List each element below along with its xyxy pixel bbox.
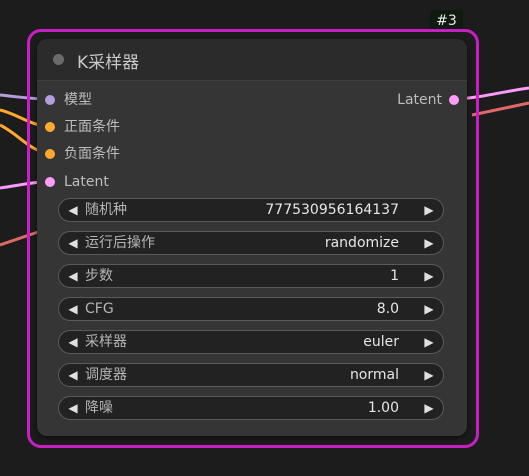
input-label-latent: Latent (64, 174, 109, 190)
increment-arrow-icon[interactable]: ▶ (422, 199, 436, 221)
increment-arrow-icon[interactable]: ▶ (422, 331, 436, 353)
widget-name: CFG (85, 301, 114, 317)
widget-scheduler[interactable]: ◀ 调度器 normal ▶ (58, 363, 444, 387)
wire-red-right (471, 101, 529, 117)
widget-name: 降噪 (85, 400, 113, 416)
node-title-bar[interactable]: K采样器 (37, 39, 467, 81)
increment-arrow-icon[interactable]: ▶ (422, 265, 436, 287)
output-dot-icon[interactable] (449, 95, 459, 105)
widget-value[interactable]: euler (363, 331, 399, 353)
output-label-latent: Latent (397, 92, 442, 108)
input-dot-icon[interactable] (45, 95, 55, 105)
decrement-arrow-icon[interactable]: ◀ (66, 364, 80, 386)
increment-arrow-icon[interactable]: ▶ (422, 298, 436, 320)
decrement-arrow-icon[interactable]: ◀ (66, 331, 80, 353)
decrement-arrow-icon[interactable]: ◀ (66, 265, 80, 287)
widget-steps[interactable]: ◀ 步数 1 ▶ (58, 264, 444, 288)
widget-denoise[interactable]: ◀ 降噪 1.00 ▶ (58, 396, 444, 420)
increment-arrow-icon[interactable]: ▶ (422, 364, 436, 386)
widget-seed[interactable]: ◀ 随机种 777530956164137 ▶ (58, 198, 444, 222)
input-dot-icon[interactable] (45, 122, 55, 132)
input-label-positive: 正面条件 (64, 119, 120, 135)
decrement-arrow-icon[interactable]: ◀ (66, 232, 80, 254)
decrement-arrow-icon[interactable]: ◀ (66, 298, 80, 320)
widget-value[interactable]: normal (350, 364, 399, 386)
widget-value[interactable]: 1.00 (368, 397, 399, 419)
widget-name: 采样器 (85, 334, 127, 350)
input-label-model: 模型 (64, 92, 92, 108)
widget-value[interactable]: 777530956164137 (265, 199, 399, 221)
decrement-arrow-icon[interactable]: ◀ (66, 199, 80, 221)
node-title: K采样器 (77, 53, 140, 73)
input-dot-icon[interactable] (45, 149, 55, 159)
widget-cfg[interactable]: ◀ CFG 8.0 ▶ (58, 297, 444, 321)
widget-sampler[interactable]: ◀ 采样器 euler ▶ (58, 330, 444, 354)
widget-value[interactable]: randomize (325, 232, 399, 254)
widget-value[interactable]: 1 (390, 265, 399, 287)
output-slot-latent[interactable]: Latent (339, 90, 459, 110)
widget-name: 随机种 (85, 202, 127, 218)
widget-name: 调度器 (85, 367, 127, 383)
widget-value[interactable]: 8.0 (377, 298, 399, 320)
increment-arrow-icon[interactable]: ▶ (422, 232, 436, 254)
widget-name: 步数 (85, 268, 113, 284)
widget-control-after-generate[interactable]: ◀ 运行后操作 randomize ▶ (58, 231, 444, 255)
increment-arrow-icon[interactable]: ▶ (422, 397, 436, 419)
collapse-toggle-icon[interactable] (53, 54, 64, 65)
ksampler-node[interactable]: K采样器 模型 正面条件 负面条件 Latent Latent ◀ 随机种 77… (37, 39, 467, 436)
decrement-arrow-icon[interactable]: ◀ (66, 397, 80, 419)
widget-name: 运行后操作 (85, 235, 155, 251)
input-label-negative: 负面条件 (64, 146, 120, 162)
input-dot-icon[interactable] (45, 177, 55, 187)
